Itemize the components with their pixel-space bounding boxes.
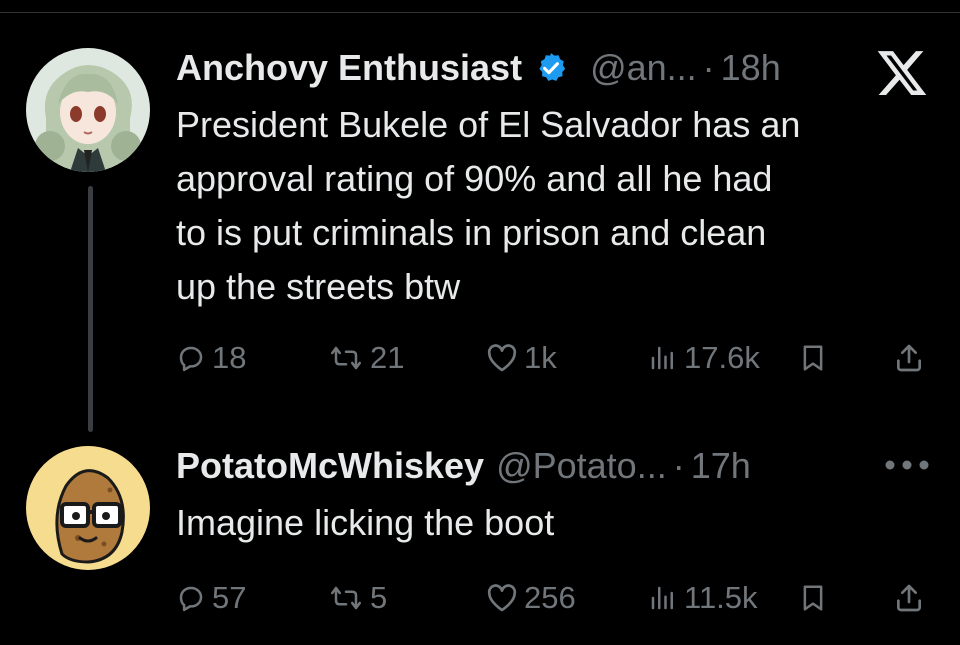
views-count: 17.6k bbox=[684, 340, 760, 375]
tweet-header: PotatoMcWhiskey @Potato... · 17h bbox=[176, 446, 751, 486]
repost-icon bbox=[331, 586, 361, 610]
more-icon[interactable] bbox=[884, 458, 930, 472]
like-count: 256 bbox=[524, 580, 576, 615]
potato-glasses-avatar-image bbox=[26, 446, 150, 570]
like-button[interactable]: 1k bbox=[486, 338, 557, 378]
reply-count: 18 bbox=[212, 340, 247, 375]
like-count: 1k bbox=[524, 340, 557, 375]
tweet-text-line: to is put criminals in prison and clean bbox=[176, 212, 767, 253]
tweet-actions: 57 5 256 11.5k bbox=[176, 578, 936, 618]
heart-icon bbox=[487, 584, 517, 612]
separator-dot: · bbox=[702, 47, 715, 88]
tweet-text: Imagine licking the boot bbox=[176, 502, 555, 543]
views-button[interactable]: 17.6k bbox=[648, 338, 760, 378]
views-chart-icon bbox=[651, 346, 673, 370]
repost-button[interactable]: 21 bbox=[328, 338, 404, 378]
verified-badge-icon bbox=[539, 53, 566, 81]
like-button[interactable]: 256 bbox=[486, 578, 576, 618]
anime-girl-avatar-image bbox=[26, 48, 150, 172]
repost-icon bbox=[331, 346, 361, 370]
author-handle[interactable]: @an... bbox=[590, 48, 697, 88]
bookmark-button[interactable] bbox=[798, 338, 828, 378]
share-button[interactable] bbox=[892, 578, 926, 618]
tweet-actions: 18 21 1k 17.6k bbox=[176, 338, 936, 378]
reply-count: 57 bbox=[212, 580, 247, 615]
avatar[interactable] bbox=[26, 446, 150, 570]
share-icon bbox=[897, 344, 921, 372]
views-count: 11.5k bbox=[684, 580, 758, 615]
views-chart-icon bbox=[651, 586, 673, 610]
separator-dot: · bbox=[672, 445, 685, 486]
tweet-text-line: up the streets btw bbox=[176, 266, 461, 307]
author-name[interactable]: Anchovy Enthusiast bbox=[176, 48, 522, 88]
tweet-header: Anchovy Enthusiast @an... · 18h bbox=[176, 48, 781, 88]
reply-button[interactable]: 57 bbox=[176, 578, 246, 618]
bookmark-button[interactable] bbox=[798, 578, 828, 618]
repost-count: 5 bbox=[370, 580, 388, 615]
tweet-text-line: approval rating of 90% and all he had bbox=[176, 158, 773, 199]
timestamp[interactable]: 17h bbox=[691, 446, 751, 486]
reply-icon bbox=[179, 346, 203, 372]
repost-button[interactable]: 5 bbox=[328, 578, 387, 618]
bookmark-icon bbox=[803, 585, 823, 611]
share-icon bbox=[897, 584, 921, 612]
bookmark-icon bbox=[803, 345, 823, 371]
author-name[interactable]: PotatoMcWhiskey bbox=[176, 446, 484, 486]
reply-icon bbox=[179, 586, 203, 612]
avatar[interactable] bbox=[26, 48, 150, 172]
timestamp[interactable]: 18h bbox=[721, 48, 781, 88]
share-button[interactable] bbox=[892, 338, 926, 378]
author-handle[interactable]: @Potato... bbox=[496, 446, 667, 486]
x-logo-icon[interactable] bbox=[874, 46, 930, 100]
thread-connector-line bbox=[88, 186, 93, 432]
reply-button[interactable]: 18 bbox=[176, 338, 246, 378]
tweet-text: President Bukele of El Salvador has an a… bbox=[176, 98, 936, 314]
views-button[interactable]: 11.5k bbox=[648, 578, 758, 618]
top-divider bbox=[0, 12, 960, 13]
tweet-text-line: President Bukele of El Salvador has an bbox=[176, 104, 801, 145]
repost-count: 21 bbox=[370, 340, 405, 375]
heart-icon bbox=[487, 344, 517, 372]
